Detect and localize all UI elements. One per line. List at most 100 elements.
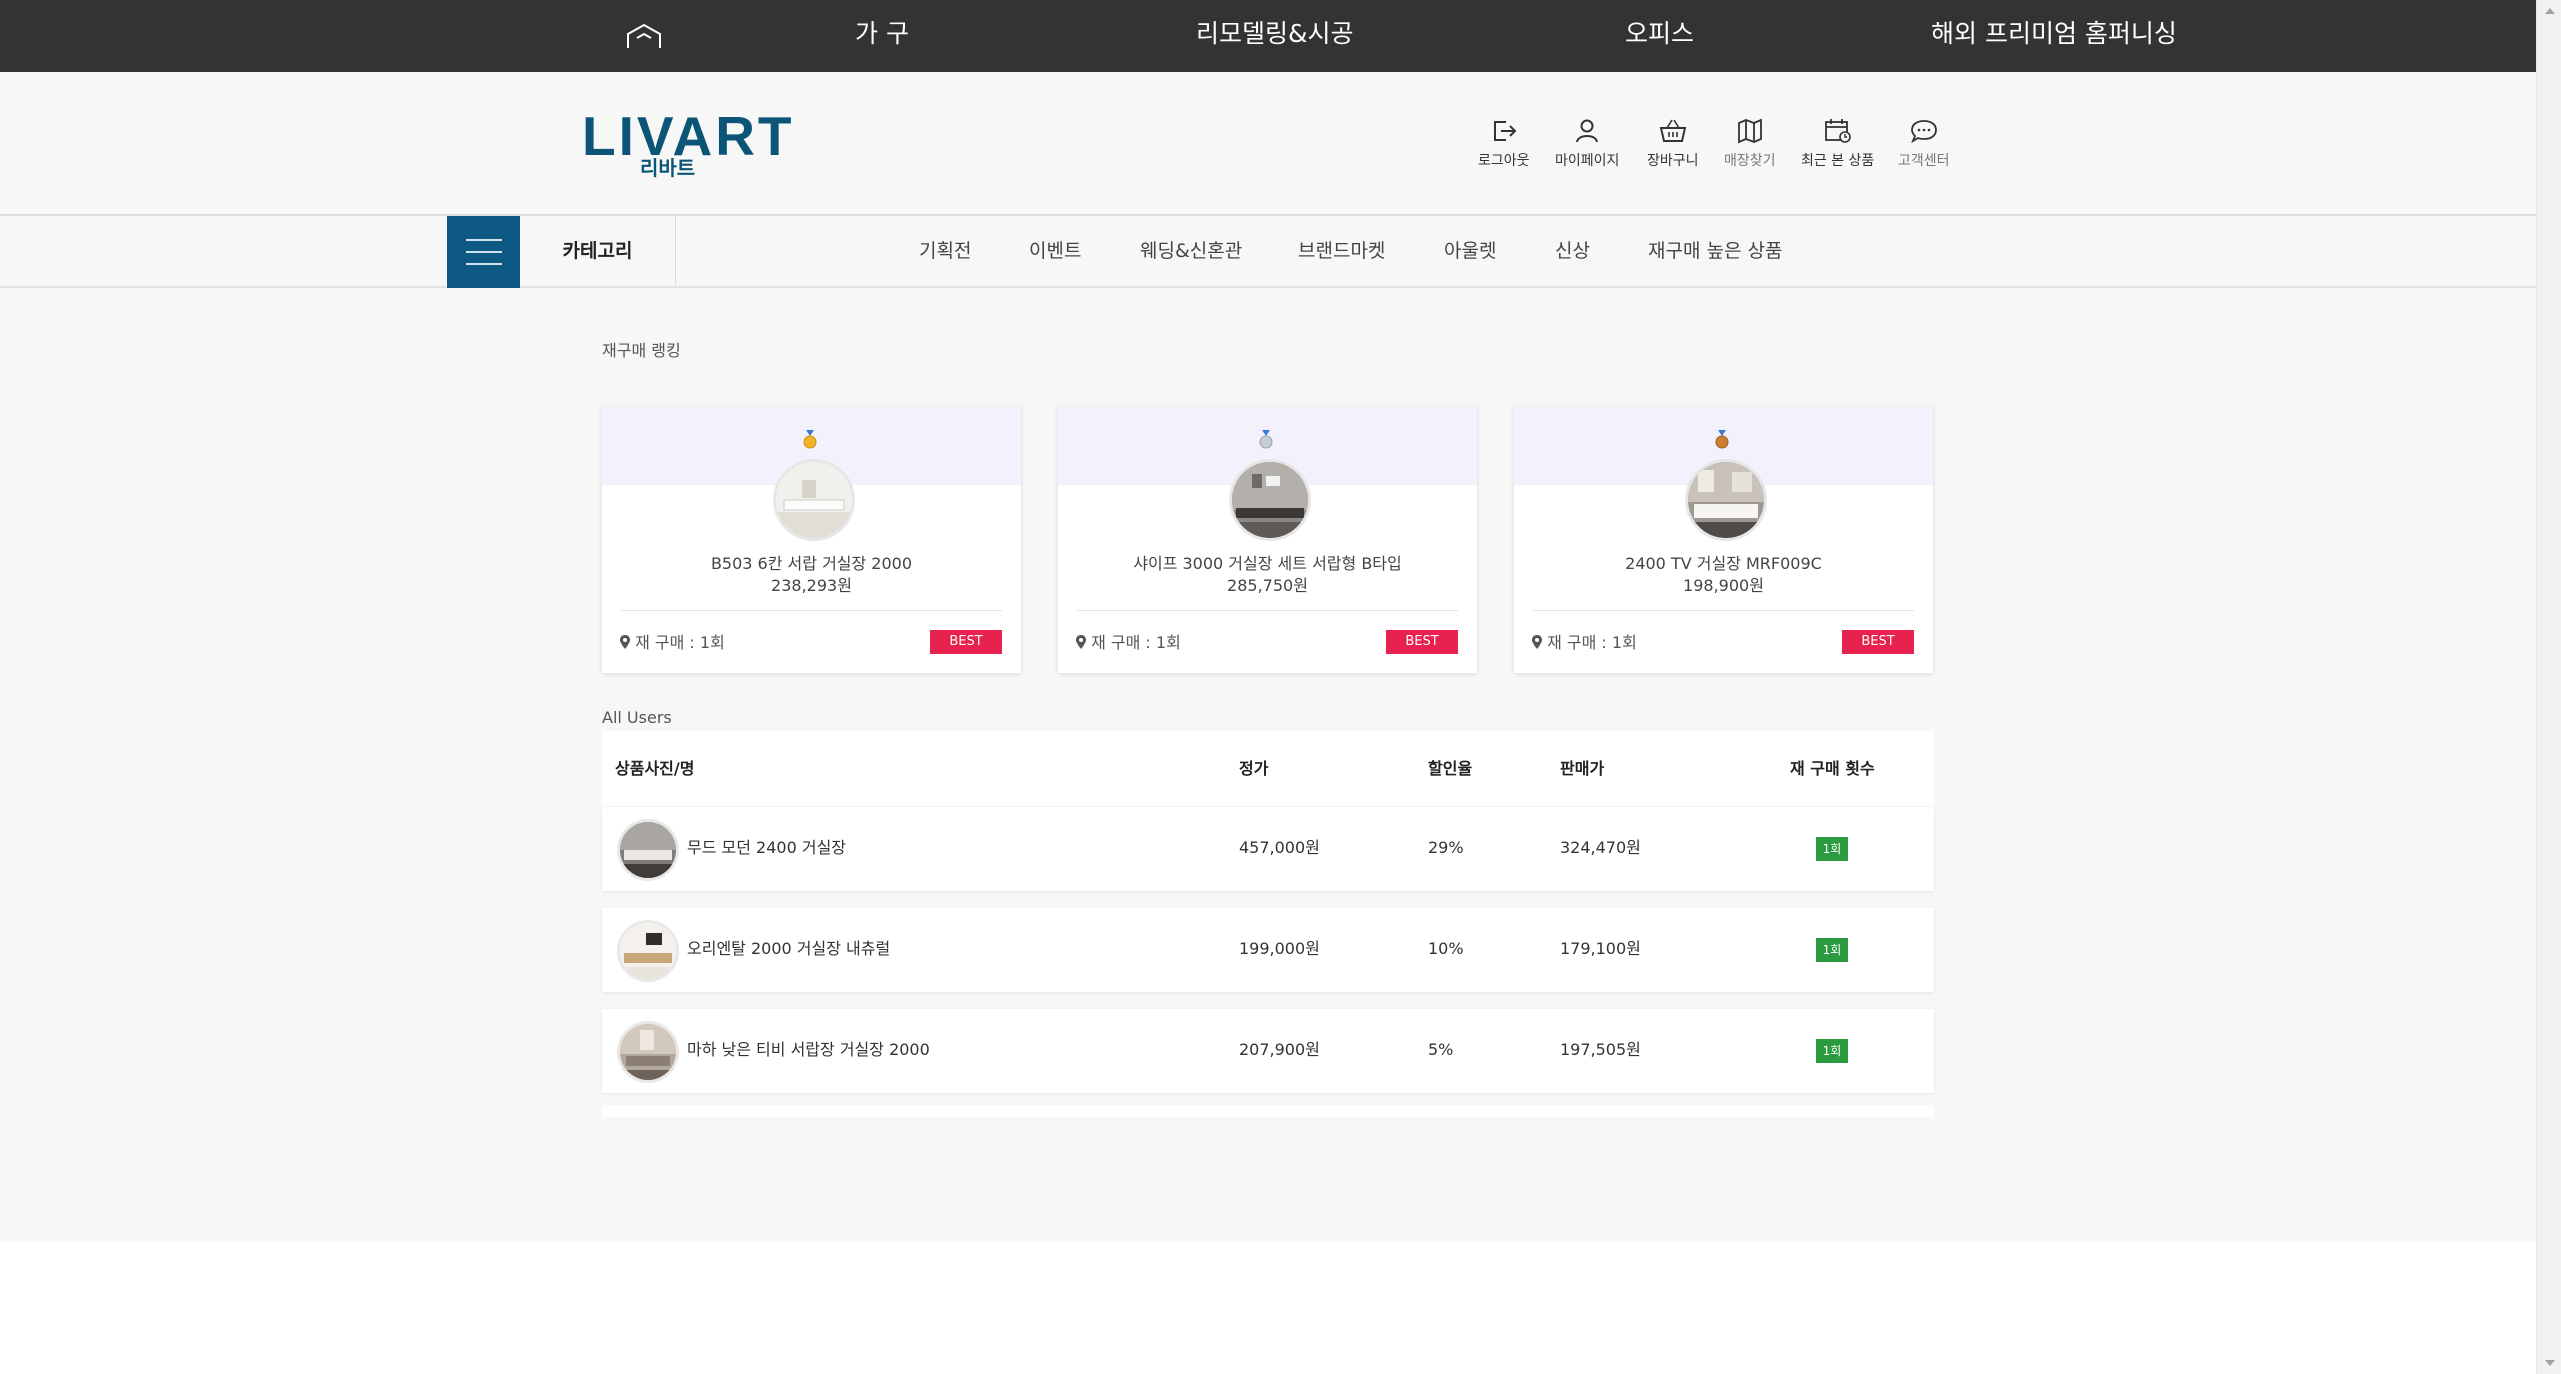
product-name[interactable]: B503 6칸 서랍 거실장 2000: [602, 553, 1021, 575]
livart-logo[interactable]: LIVART 리바트: [582, 108, 792, 180]
location-pin-icon: [620, 635, 630, 649]
card-divider: [621, 610, 1002, 611]
store-finder-button[interactable]: 매장찾기: [1724, 116, 1776, 170]
silver-medal-icon: [1259, 430, 1273, 449]
logout-icon: [1493, 121, 1517, 141]
location-pin-icon: [1532, 635, 1542, 649]
row-discount: 10%: [1428, 939, 1464, 958]
product-name[interactable]: 2400 TV 거실장 MRF009C: [1514, 553, 1933, 575]
repurchase-text: 재 구매 : 1회: [1547, 633, 1637, 652]
table-header: 상품사진/명 정가 할인율 판매가 재 구매 횟수: [602, 731, 1934, 806]
header-list-price: 정가: [1239, 759, 1269, 778]
map-icon: [1737, 118, 1762, 144]
recent-items-button[interactable]: 최근 본 상품: [1801, 116, 1874, 170]
site-header: LIVART 리바트 로그아웃 마이페이지 장바구니 매장찾기 최근 본 상품 …: [0, 72, 2536, 216]
header-product: 상품사진/명: [615, 759, 695, 778]
nav-exhibition[interactable]: 기획전: [919, 238, 971, 264]
row-discount: 29%: [1428, 838, 1464, 857]
scroll-up-icon[interactable]: [2545, 8, 2555, 14]
customer-center-button[interactable]: 고객센터: [1898, 116, 1950, 170]
ranking-card[interactable]: B503 6칸 서랍 거실장 2000 238,293원 재 구매 : 1회 B…: [602, 407, 1021, 673]
page-scrollbar[interactable]: [2536, 0, 2561, 1374]
table-row[interactable]: 마하 낮은 티비 서랍장 거실장 2000 207,900원 5% 197,50…: [602, 1009, 1934, 1093]
row-product-name[interactable]: 마하 낮은 티비 서랍장 거실장 2000: [687, 1039, 930, 1061]
category-menu-button[interactable]: [447, 216, 520, 288]
nav-brand-market[interactable]: 브랜드마켓: [1298, 238, 1385, 264]
product-price: 238,293원: [771, 576, 852, 595]
product-name[interactable]: 샤이프 3000 거실장 세트 서랍형 B타입: [1058, 553, 1477, 575]
nav-new[interactable]: 신상: [1555, 238, 1590, 264]
nav-outlet[interactable]: 아울렛: [1444, 238, 1496, 264]
row-list-price: 199,000원: [1239, 939, 1320, 958]
top-nav-premium-homefurnishing[interactable]: 해외 프리미엄 홈퍼니싱: [1931, 16, 2177, 52]
table-row-partial: [602, 1105, 1934, 1117]
cart-button[interactable]: 장바구니: [1647, 116, 1699, 170]
top-navigation-bar: 가 구 리모델링&시공 오피스 해외 프리미엄 홈퍼니싱: [0, 0, 2536, 72]
nav-event[interactable]: 이벤트: [1029, 238, 1081, 264]
row-sale-price: 197,505원: [1560, 1040, 1641, 1059]
recent-icon: [1824, 119, 1851, 143]
logo-subtitle: 리바트: [640, 156, 696, 180]
scroll-down-icon[interactable]: [2545, 1360, 2555, 1366]
row-list-price: 207,900원: [1239, 1040, 1320, 1059]
repurchase-count: 재 구매 : 1회: [620, 629, 725, 653]
nav-high-repurchase[interactable]: 재구매 높은 상품: [1648, 238, 1782, 264]
header-discount: 할인율: [1428, 759, 1473, 778]
store-finder-label: 매장찾기: [1724, 153, 1776, 169]
category-label[interactable]: 카테고리: [520, 216, 676, 286]
best-badge: BEST: [1386, 630, 1458, 654]
repurchase-badge: 1회: [1816, 938, 1848, 962]
table-row[interactable]: 무드 모던 2400 거실장 457,000원 29% 324,470원 1회: [602, 807, 1934, 891]
logout-button[interactable]: 로그아웃: [1478, 116, 1530, 170]
header-sale-price: 판매가: [1560, 759, 1605, 778]
product-thumbnail[interactable]: [773, 459, 855, 541]
ranking-title: 재구매 랭킹: [602, 341, 681, 360]
row-list-price: 457,000원: [1239, 838, 1320, 857]
card-divider: [1077, 610, 1458, 611]
cart-label: 장바구니: [1647, 153, 1699, 169]
gold-medal-icon: [803, 430, 817, 449]
chat-icon: [1910, 120, 1937, 144]
recent-items-label: 최근 본 상품: [1801, 153, 1875, 169]
table-row[interactable]: 오리엔탈 2000 거실장 내츄럴 199,000원 10% 179,100원 …: [602, 908, 1934, 992]
row-thumbnail[interactable]: [617, 819, 679, 881]
product-price: 198,900원: [1683, 576, 1764, 595]
header-repurchase: 재 구매 횟수: [1790, 759, 1875, 778]
repurchase-text: 재 구매 : 1회: [635, 633, 725, 652]
product-thumbnail[interactable]: [1685, 459, 1767, 541]
row-thumbnail[interactable]: [617, 920, 679, 982]
bronze-medal-icon: [1715, 430, 1729, 449]
row-thumbnail[interactable]: [617, 1021, 679, 1083]
repurchase-badge: 1회: [1816, 837, 1848, 861]
home-icon[interactable]: [625, 22, 663, 50]
row-product-name[interactable]: 무드 모던 2400 거실장: [687, 837, 846, 859]
best-badge: BEST: [930, 630, 1002, 654]
customer-center-label: 고객센터: [1898, 153, 1950, 169]
row-sale-price: 179,100원: [1560, 939, 1641, 958]
top-nav-office[interactable]: 오피스: [1625, 16, 1694, 52]
top-nav-furniture[interactable]: 가 구: [855, 16, 909, 52]
repurchase-text: 재 구매 : 1회: [1091, 633, 1181, 652]
product-thumbnail[interactable]: [1229, 459, 1311, 541]
mypage-button[interactable]: 마이페이지: [1555, 116, 1619, 170]
repurchase-count: 재 구매 : 1회: [1532, 629, 1637, 653]
repurchase-badge: 1회: [1816, 1039, 1848, 1063]
main-content: 재구매 랭킹 B503 6칸 서랍 거실장 2000 238,293원 재 구매…: [0, 288, 2536, 1242]
top-nav-remodeling[interactable]: 리모델링&시공: [1196, 16, 1354, 52]
row-product-name[interactable]: 오리엔탈 2000 거실장 내츄럴: [687, 938, 890, 960]
ranking-card[interactable]: 2400 TV 거실장 MRF009C 198,900원 재 구매 : 1회 B…: [1514, 407, 1933, 673]
ranking-card[interactable]: 샤이프 3000 거실장 세트 서랍형 B타입 285,750원 재 구매 : …: [1058, 407, 1477, 673]
category-navigation: 카테고리 기획전 이벤트 웨딩&신혼관 브랜드마켓 아울렛 신상 재구매 높은 …: [0, 216, 2536, 288]
best-badge: BEST: [1842, 630, 1914, 654]
basket-icon: [1659, 119, 1687, 142]
table-title: All Users: [602, 708, 672, 727]
row-sale-price: 324,470원: [1560, 838, 1641, 857]
row-discount: 5%: [1428, 1040, 1454, 1059]
logout-label: 로그아웃: [1478, 153, 1530, 169]
repurchase-count: 재 구매 : 1회: [1076, 629, 1181, 653]
card-divider: [1533, 610, 1914, 611]
location-pin-icon: [1076, 635, 1086, 649]
hamburger-icon: [466, 239, 502, 241]
nav-wedding[interactable]: 웨딩&신혼관: [1140, 238, 1242, 264]
product-price: 285,750원: [1227, 576, 1308, 595]
